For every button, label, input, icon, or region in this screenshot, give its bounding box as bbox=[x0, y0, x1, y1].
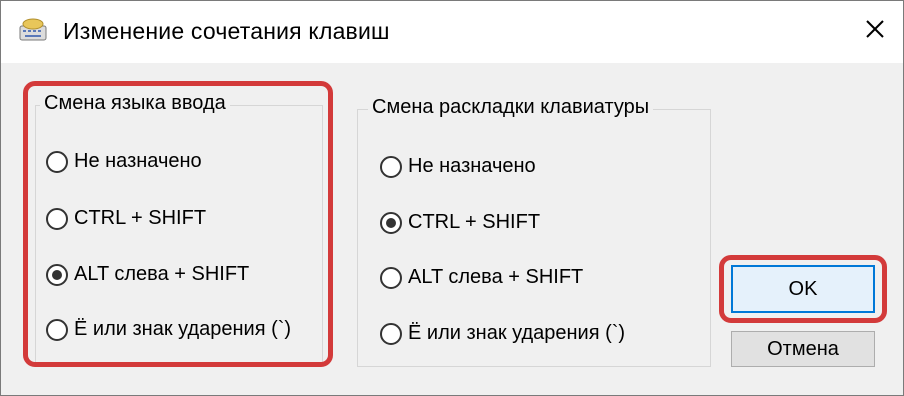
keyboard-layout-option-grave[interactable]: Ё или знак ударения (`) bbox=[380, 322, 625, 345]
radio-label: CTRL + SHIFT bbox=[408, 211, 541, 233]
keyboard-layout-option-none[interactable]: Не назначено bbox=[380, 155, 536, 178]
radio-button-selected[interactable] bbox=[380, 211, 402, 234]
radio-button[interactable] bbox=[380, 266, 402, 289]
window-title: Изменение сочетания клавиш bbox=[63, 18, 390, 44]
close-button[interactable] bbox=[855, 11, 895, 51]
dialog-window: Изменение сочетания клавиш Смена языка в… bbox=[0, 0, 904, 396]
title-bar: Изменение сочетания клавиш bbox=[1, 1, 903, 63]
highlight-frame-input-language bbox=[23, 81, 333, 367]
radio-label: ALT слева + SHIFT bbox=[408, 266, 584, 288]
radio-dot bbox=[386, 217, 396, 228]
keyboard-layout-option-alt-shift[interactable]: ALT слева + SHIFT bbox=[380, 266, 583, 289]
keyboard-layout-option-ctrl-shift[interactable]: CTRL + SHIFT bbox=[380, 211, 540, 234]
keyboard-icon bbox=[17, 16, 49, 46]
radio-label: Ё или знак ударения (`) bbox=[408, 322, 626, 344]
radio-label: Не назначено bbox=[408, 155, 536, 177]
highlight-frame-ok-button bbox=[719, 255, 887, 323]
radio-button[interactable] bbox=[380, 155, 402, 178]
cancel-button[interactable]: Отмена bbox=[731, 331, 875, 367]
close-icon bbox=[864, 18, 886, 45]
radio-button[interactable] bbox=[380, 322, 402, 345]
keyboard-layout-group-title: Смена раскладки клавиатуры bbox=[368, 96, 654, 119]
